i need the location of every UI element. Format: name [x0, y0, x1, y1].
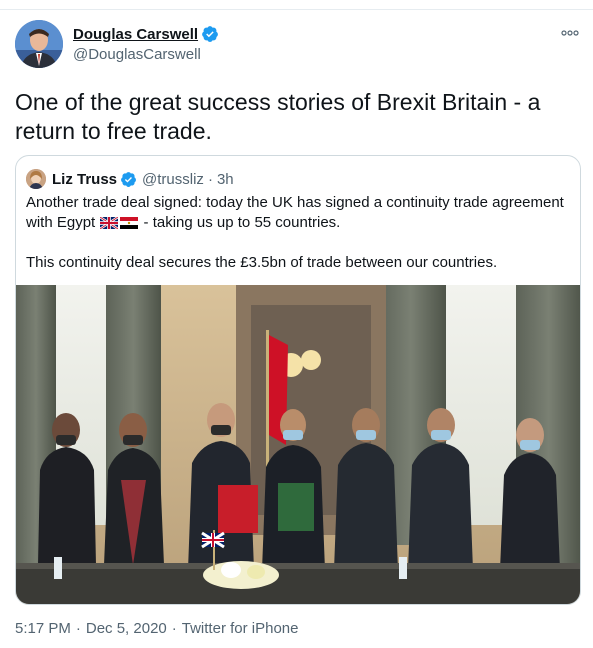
quoted-tweet-header: Liz Truss @trussliz · 3h [26, 168, 234, 190]
tweet-text: One of the great success stories of Brex… [15, 89, 541, 144]
author-name[interactable]: Douglas Carswell [73, 26, 198, 43]
author-handle[interactable]: @DouglasCarswell [73, 46, 201, 63]
footer-separator: · [75, 620, 81, 637]
quoted-tweet[interactable]: Liz Truss @trussliz · 3h Another trade d… [15, 155, 581, 605]
verified-badge-icon [202, 26, 218, 42]
author-avatar[interactable] [15, 20, 63, 68]
quoted-text-line1-tail: - taking us up to 55 countries. [143, 214, 341, 231]
quoted-author-name[interactable]: Liz Truss [52, 171, 117, 188]
more-horizontal-icon[interactable] [560, 26, 580, 40]
top-divider [0, 0, 593, 10]
quoted-tweet-text: Another trade deal signed: today the UK … [26, 193, 572, 273]
tweet-time[interactable]: 5:17 PM [15, 620, 71, 637]
egypt-flag-icon [120, 217, 139, 229]
tweet-header: Douglas Carswell @DouglasCarswell [15, 20, 580, 72]
verified-badge-icon [121, 171, 136, 187]
quoted-time[interactable]: 3h [217, 171, 234, 188]
tweet-client[interactable]: Twitter for iPhone [182, 620, 299, 637]
signing-ceremony-photo[interactable] [16, 285, 581, 605]
tweet-footer: 5:17 PM · Dec 5, 2020 · Twitter for iPho… [15, 620, 298, 637]
separator-dot: · [207, 170, 213, 188]
quoted-author-avatar [26, 169, 46, 189]
quoted-text-para2: This continuity deal secures the £3.5bn … [26, 254, 498, 271]
footer-separator: · [171, 620, 177, 637]
tweet-date[interactable]: Dec 5, 2020 [86, 620, 167, 637]
uk-flag-icon [100, 217, 119, 229]
quoted-author-handle[interactable]: @trussliz [142, 171, 204, 188]
